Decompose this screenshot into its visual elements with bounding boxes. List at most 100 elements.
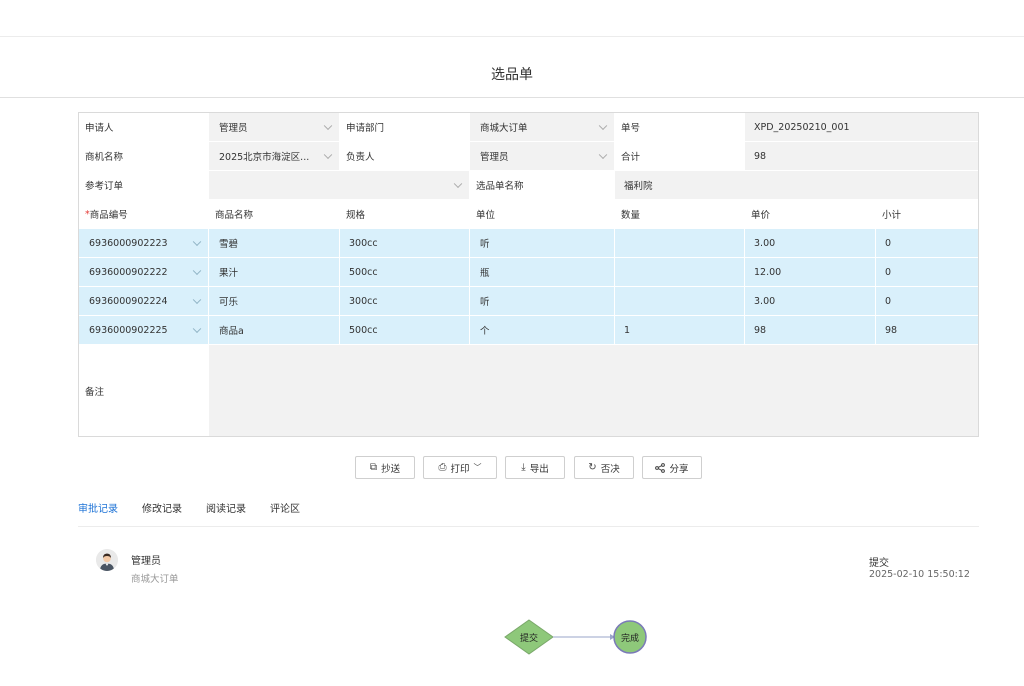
product-unit: 瓶 — [470, 258, 614, 286]
top-header-bar — [0, 0, 1024, 37]
dept-select[interactable]: 商城大订单 — [470, 113, 614, 141]
product-name: 果汁 — [209, 258, 339, 286]
unit-price: 98 — [745, 316, 875, 344]
dept-label: 申请部门 — [340, 113, 469, 141]
col-header-unit: 单位 — [470, 200, 614, 228]
row-subtotal: 0 — [876, 258, 978, 286]
record-time: 2025-02-10 15:50:12 — [869, 569, 970, 580]
applicant-value: 管理员 — [219, 123, 248, 134]
total-value: 98 — [745, 142, 978, 170]
product-code-select[interactable]: 6936000902222 — [79, 258, 208, 286]
chevron-down-icon — [192, 295, 202, 305]
opportunity-value: 2025北京市海淀区... — [219, 152, 310, 163]
chevron-down-icon — [598, 150, 608, 160]
tab-read-records[interactable]: 阅读记录 — [206, 502, 246, 527]
col-header-code-label: 商品编号 — [89, 210, 128, 221]
print-label: 打印 — [450, 463, 470, 475]
order-no-label: 单号 — [615, 113, 744, 141]
product-code: 6936000902224 — [89, 295, 168, 307]
tab-edit-records[interactable]: 修改记录 — [142, 502, 182, 527]
col-header-qty: 数量 — [615, 200, 744, 228]
product-code-select[interactable]: 6936000902223 — [79, 229, 208, 257]
ref-order-select[interactable] — [209, 171, 469, 199]
chevron-down-icon — [192, 266, 202, 276]
workflow-diagram: 提交 完成 — [500, 616, 660, 660]
chevron-down-icon — [453, 179, 463, 189]
product-code: 6936000902222 — [89, 266, 168, 278]
chevron-down-icon — [192, 237, 202, 247]
product-spec: 500cc — [340, 258, 469, 286]
unit-price: 3.00 — [745, 229, 875, 257]
tab-approval-records[interactable]: 审批记录 — [78, 502, 118, 527]
share-icon — [655, 462, 666, 473]
chevron-down-icon: ﹀ — [473, 462, 482, 472]
applicant-select[interactable]: 管理员 — [209, 113, 339, 141]
record-user-name: 管理员 — [131, 556, 161, 567]
record-tabs: 审批记录 修改记录 阅读记录 评论区 — [78, 502, 979, 527]
product-spec: 500cc — [340, 316, 469, 344]
product-spec: 300cc — [340, 229, 469, 257]
action-toolbar: ⧉ 抄送 ⎙ 打印 ﹀ ⤓ 导出 ↻ 否决 分享 — [0, 456, 1024, 479]
selection-form: 申请人 管理员 申请部门 商城大订单 单号 XPD_20250210_001 商… — [78, 112, 979, 437]
unit-price: 12.00 — [745, 258, 875, 286]
product-unit: 听 — [470, 287, 614, 315]
share-label: 分享 — [669, 463, 689, 475]
copy-icon: ⧉ — [369, 461, 378, 473]
col-header-spec: 规格 — [340, 200, 469, 228]
copy-to-button[interactable]: ⧉ 抄送 — [355, 456, 415, 479]
printer-icon: ⎙ — [438, 461, 447, 473]
col-header-name: 商品名称 — [209, 200, 339, 228]
quantity-input[interactable]: 1 — [615, 316, 744, 344]
owner-value: 管理员 — [480, 152, 509, 163]
ref-order-label: 参考订单 — [79, 171, 208, 199]
product-name: 雪碧 — [209, 229, 339, 257]
reject-button[interactable]: ↻ 否决 — [574, 456, 634, 479]
quantity-input[interactable] — [615, 287, 744, 315]
download-icon: ⤓ — [521, 461, 526, 473]
product-code: 6936000902223 — [89, 237, 168, 249]
chevron-down-icon — [598, 121, 608, 131]
row-subtotal: 98 — [876, 316, 978, 344]
row-subtotal: 0 — [876, 287, 978, 315]
print-button[interactable]: ⎙ 打印 ﹀ — [423, 456, 497, 479]
product-code-select[interactable]: 6936000902224 — [79, 287, 208, 315]
owner-select[interactable]: 管理员 — [470, 142, 614, 170]
export-button[interactable]: ⤓ 导出 — [505, 456, 565, 479]
row-subtotal: 0 — [876, 229, 978, 257]
col-header-code: * 商品编号 — [79, 200, 208, 228]
chevron-down-icon — [323, 121, 333, 131]
quantity-input[interactable] — [615, 258, 744, 286]
copy-to-label: 抄送 — [381, 463, 401, 475]
product-name: 可乐 — [209, 287, 339, 315]
col-header-subtotal: 小计 — [876, 200, 978, 228]
quantity-input[interactable] — [615, 229, 744, 257]
user-avatar-icon — [96, 549, 118, 571]
dept-value: 商城大订单 — [480, 123, 528, 134]
applicant-label: 申请人 — [79, 113, 208, 141]
col-header-price: 单价 — [745, 200, 875, 228]
opportunity-label: 商机名称 — [79, 142, 208, 170]
share-button[interactable]: 分享 — [642, 456, 702, 479]
avatar — [96, 549, 118, 571]
selection-name-label: 选品单名称 — [470, 171, 614, 199]
flow-start-label: 提交 — [520, 634, 539, 644]
record-user-dept: 商城大订单 — [131, 574, 179, 585]
order-no-value: XPD_20250210_001 — [745, 113, 978, 141]
product-code-select[interactable]: 6936000902225 — [79, 316, 208, 344]
chevron-down-icon — [192, 324, 202, 334]
total-label: 合计 — [615, 142, 744, 170]
opportunity-select[interactable]: 2025北京市海淀区... — [209, 142, 339, 170]
page-title: 选品单 — [491, 67, 533, 83]
product-code: 6936000902225 — [89, 324, 168, 336]
export-label: 导出 — [529, 463, 549, 475]
product-name: 商品a — [209, 316, 339, 344]
selection-name-value: 福利院 — [615, 171, 978, 199]
owner-label: 负责人 — [340, 142, 469, 170]
tab-comments[interactable]: 评论区 — [270, 502, 300, 527]
product-unit: 个 — [470, 316, 614, 344]
remark-textarea[interactable] — [209, 345, 978, 436]
record-action: 提交 — [869, 558, 889, 569]
product-unit: 听 — [470, 229, 614, 257]
reject-label: 否决 — [600, 463, 620, 475]
remark-label: 备注 — [79, 345, 208, 436]
